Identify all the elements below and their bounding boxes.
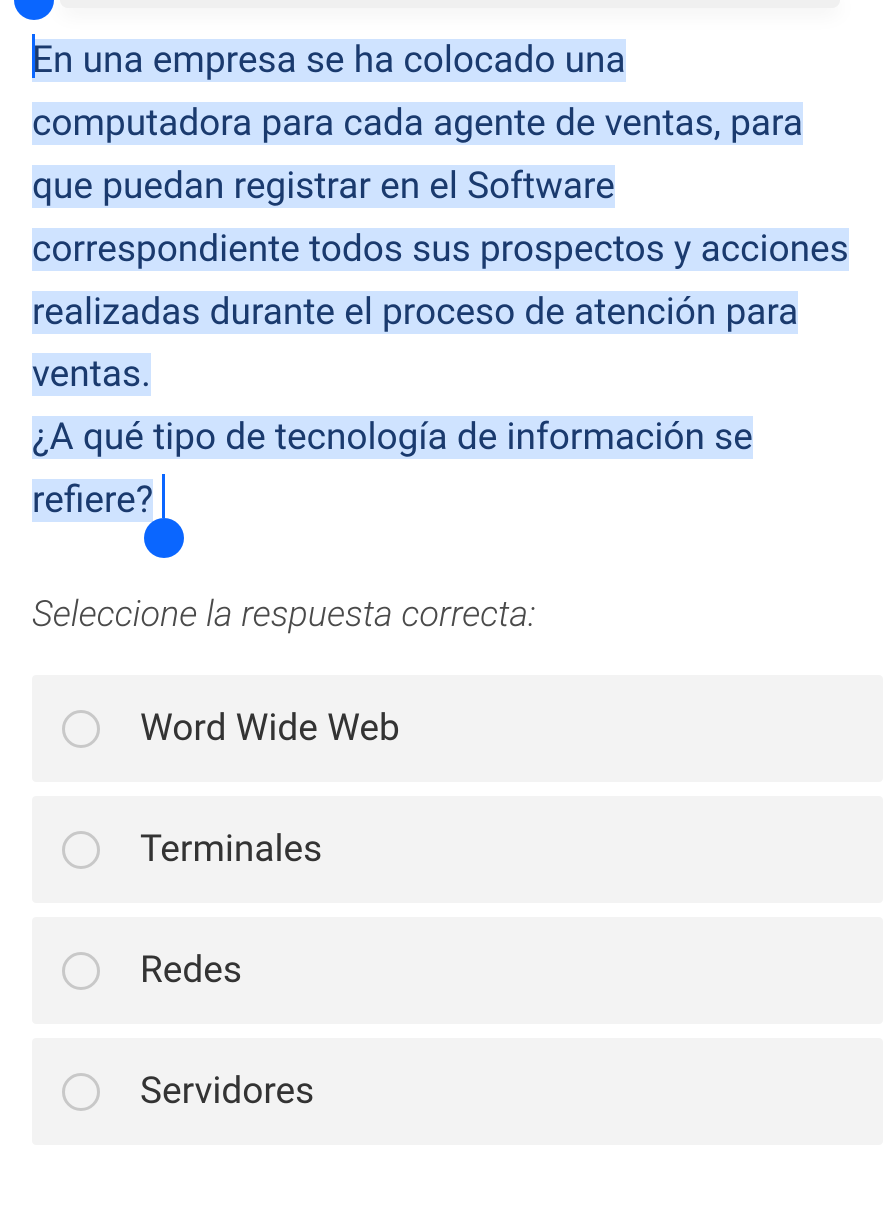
question-block: En una empresa se ha colocado una comput…	[0, 0, 883, 533]
question-text[interactable]: En una empresa se ha colocado una comput…	[32, 30, 851, 533]
selection-handle-end[interactable]	[144, 518, 184, 558]
option-label: Servidores	[140, 1070, 314, 1113]
option-word-wide-web[interactable]: Word Wide Web	[32, 675, 883, 782]
option-label: Terminales	[140, 828, 322, 871]
radio-icon[interactable]	[62, 831, 100, 869]
option-label: Redes	[140, 949, 242, 992]
selection-cursor-start	[32, 34, 35, 78]
option-terminales[interactable]: Terminales	[32, 796, 883, 903]
radio-icon[interactable]	[62, 952, 100, 990]
radio-icon[interactable]	[62, 710, 100, 748]
option-label: Word Wide Web	[140, 707, 400, 750]
radio-icon[interactable]	[62, 1073, 100, 1111]
question-paragraph-2: ¿A qué tipo de tecnología de información…	[32, 416, 753, 522]
question-paragraph-1: En una empresa se ha colocado una comput…	[32, 39, 849, 396]
options-list: Word Wide Web Terminales Redes Servidore…	[0, 675, 883, 1145]
option-servidores[interactable]: Servidores	[32, 1038, 883, 1145]
selection-cursor-end	[162, 474, 165, 518]
instruction-text: Seleccione la respuesta correcta:	[0, 533, 883, 675]
option-redes[interactable]: Redes	[32, 917, 883, 1024]
